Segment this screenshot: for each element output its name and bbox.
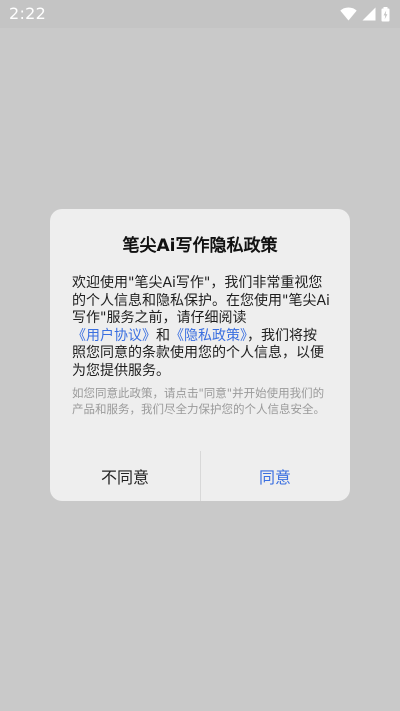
dialog-title: 笔尖Ai写作隐私政策 xyxy=(122,236,278,256)
button-divider xyxy=(200,451,201,501)
status-icons xyxy=(340,6,390,22)
dialog-body: 欢迎使用"笔尖Ai写作"，我们非常重视您的个人信息和隐私保护。在您使用"笔尖Ai… xyxy=(72,275,330,380)
body-text-intro: 欢迎使用"笔尖Ai写作"，我们非常重视您的个人信息和隐私保护。在您使用"笔尖Ai… xyxy=(72,275,330,326)
status-bar: 2:22 xyxy=(0,0,400,28)
wifi-icon xyxy=(340,7,357,21)
agree-button[interactable]: 同意 xyxy=(200,451,350,501)
body-text-and: 和 xyxy=(156,327,170,344)
user-agreement-link[interactable]: 《用户协议》 xyxy=(72,328,156,344)
disagree-button[interactable]: 不同意 xyxy=(50,451,200,501)
signal-icon xyxy=(362,7,376,21)
battery-icon xyxy=(381,6,390,22)
status-time: 2:22 xyxy=(9,4,47,23)
privacy-dialog: 笔尖Ai写作隐私政策 欢迎使用"笔尖Ai写作"，我们非常重视您的个人信息和隐私保… xyxy=(50,209,350,501)
dialog-note: 如您同意此政策，请点击"同意"并开始使用我们的产品和服务，我们尽全力保护您的个人… xyxy=(72,386,325,416)
privacy-policy-link[interactable]: 《隐私政策》 xyxy=(170,328,247,344)
